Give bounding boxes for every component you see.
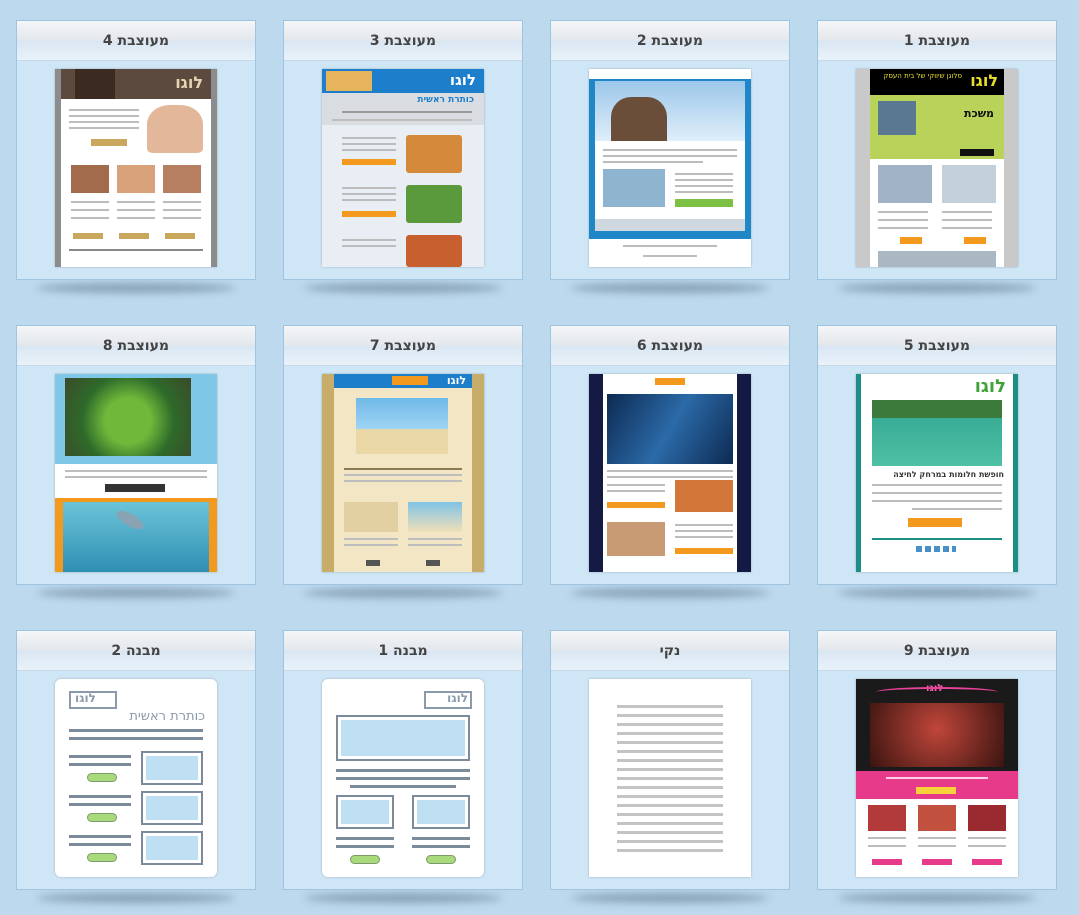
template-title: מבנה 2	[17, 631, 255, 671]
template-title: מעוצבת 5	[818, 326, 1056, 366]
template-title: מעוצבת 6	[551, 326, 789, 366]
template-card-designed-6[interactable]: מעוצבת 6	[550, 325, 790, 585]
slogan-text: סלוגן שיווקי של בית העסק	[883, 72, 962, 80]
template-card-designed-3[interactable]: מעוצבת 3 לוגו כותרת ראשית	[283, 20, 523, 280]
template-card-designed-1[interactable]: מעוצבת 1 לוגו סלוגן שיווקי של בית העסק מ…	[817, 20, 1057, 280]
headline: משכת	[963, 107, 994, 120]
template-card-designed-5[interactable]: מעוצבת 5 לוגו חופשת חלומות במרחק לחיצה	[817, 325, 1057, 585]
template-card-designed-7[interactable]: מעוצבת 7 לוגו	[283, 325, 523, 585]
template-title: נקי	[551, 631, 789, 671]
template-title: מעוצבת 2	[551, 21, 789, 61]
template-preview: לוגו	[322, 679, 484, 877]
template-card-structure-2[interactable]: מבנה 2 לוגו כותרת ראשית	[16, 630, 256, 890]
logo-text: לוגו	[974, 376, 1006, 397]
template-preview: לוגו	[856, 679, 1018, 877]
template-card-structure-1[interactable]: מבנה 1 לוגו	[283, 630, 523, 890]
template-title: מעוצבת 9	[818, 631, 1056, 671]
template-card-designed-8[interactable]: מעוצבת 8	[16, 325, 256, 585]
template-title: מעוצבת 3	[284, 21, 522, 61]
template-preview: לוגו סלוגן שיווקי של בית העסק משכת	[856, 69, 1018, 267]
template-title: מעוצבת 4	[17, 21, 255, 61]
template-card-designed-9[interactable]: מעוצבת 9 לוגו	[817, 630, 1057, 890]
template-preview	[589, 374, 751, 572]
headline: כותרת ראשית	[129, 709, 205, 724]
headline: כותרת ראשית	[417, 95, 474, 105]
logo-text: לוגו	[175, 73, 203, 92]
template-preview	[589, 69, 751, 267]
logo-text: לוגו	[449, 71, 476, 89]
template-preview	[55, 374, 217, 572]
headline: חופשת חלומות במרחק לחיצה	[893, 470, 1004, 479]
template-preview: לוגו כותרת ראשית	[322, 69, 484, 267]
template-title: מעוצבת 8	[17, 326, 255, 366]
template-card-designed-2[interactable]: מעוצבת 2	[550, 20, 790, 280]
template-preview: לוגו חופשת חלומות במרחק לחיצה	[856, 374, 1018, 572]
template-preview: לוגו	[55, 69, 217, 267]
template-preview: לוגו	[322, 374, 484, 572]
template-card-designed-4[interactable]: מעוצבת 4 לוגו	[16, 20, 256, 280]
logo-text: לוגו	[75, 691, 96, 705]
logo-text: לוגו	[447, 691, 468, 705]
logo-text: לוגו	[446, 374, 466, 387]
template-title: מעוצבת 1	[818, 21, 1056, 61]
template-card-clean[interactable]: נקי	[550, 630, 790, 890]
template-title: מבנה 1	[284, 631, 522, 671]
template-preview: לוגו כותרת ראשית	[55, 679, 217, 877]
logo-text: לוגו	[970, 71, 998, 90]
template-preview	[589, 679, 751, 877]
template-title: מעוצבת 7	[284, 326, 522, 366]
